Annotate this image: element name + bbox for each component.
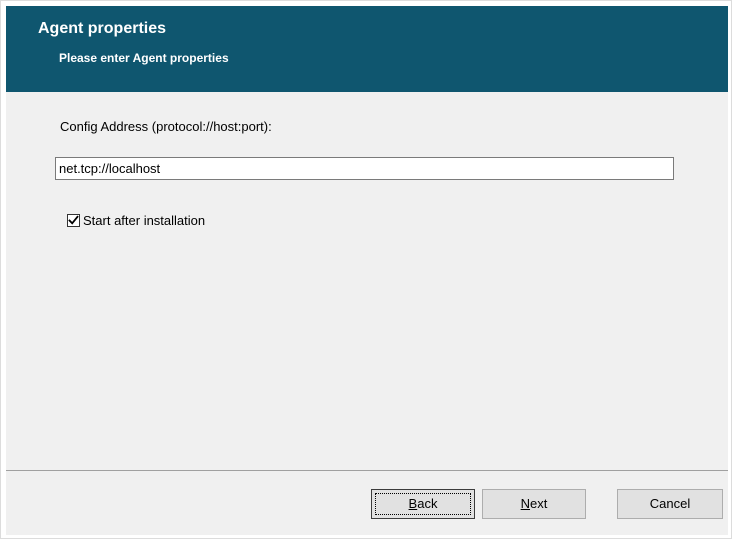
- start-after-installation-label: Start after installation: [83, 213, 206, 228]
- next-button-label: ext: [530, 496, 548, 511]
- start-after-installation-checkbox-row[interactable]: Start after installation: [67, 213, 205, 228]
- checkmark-icon: [68, 215, 79, 225]
- header-banner: Agent properties Please enter Agent prop…: [6, 6, 728, 92]
- start-after-installation-checkbox[interactable]: [67, 214, 80, 227]
- cancel-button[interactable]: Cancel: [617, 489, 723, 519]
- footer-button-bar: Back Next Cancel: [6, 471, 728, 535]
- next-button[interactable]: Next: [482, 489, 586, 519]
- back-button[interactable]: Back: [371, 489, 475, 519]
- installer-dialog: Agent properties Please enter Agent prop…: [0, 0, 732, 539]
- page-subtitle: Please enter Agent properties: [59, 51, 229, 65]
- page-title: Agent properties: [38, 20, 167, 37]
- focus-rectangle: [375, 493, 471, 515]
- config-address-input[interactable]: [55, 157, 674, 180]
- next-button-mnemonic: N: [520, 496, 531, 511]
- config-address-label: Config Address (protocol://host:port):: [60, 119, 272, 134]
- content-panel: Config Address (protocol://host:port): S…: [6, 92, 728, 470]
